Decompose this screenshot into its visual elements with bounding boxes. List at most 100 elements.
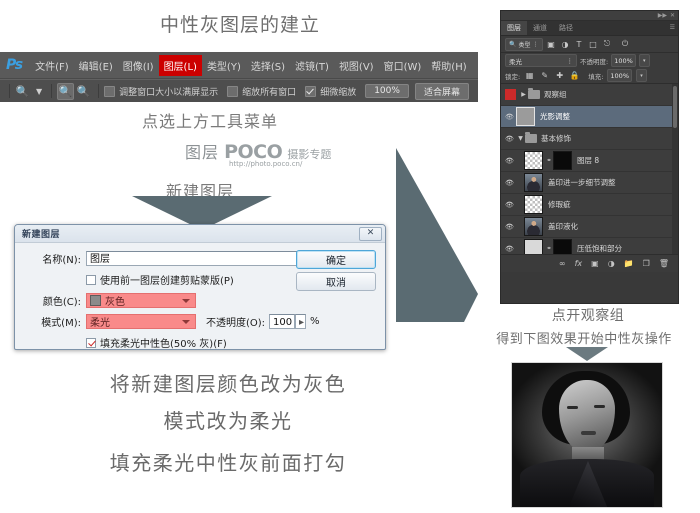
close-icon[interactable]: ✕	[670, 12, 675, 19]
link-icon[interactable]: ⚭	[545, 157, 553, 164]
shape-filter-icon[interactable]: □	[588, 40, 599, 49]
cancel-button[interactable]: 取消	[296, 272, 376, 291]
scrubby-zoom-checkbox[interactable]	[305, 85, 317, 97]
color-swatch-icon	[90, 295, 101, 306]
scrollbar-thumb[interactable]	[673, 86, 677, 128]
table-row[interactable]: 👁 盖印进一步细节调整	[501, 172, 678, 194]
eye-icon[interactable]: 👁	[503, 113, 516, 121]
poco-watermark: 图层 POCO 摄影专题 http://photo.poco.cn/	[185, 139, 331, 168]
chevron-down-icon	[182, 299, 190, 303]
delete-layer-icon[interactable]: 🗑	[659, 259, 669, 268]
table-row[interactable]: 👁 盖印液化	[501, 216, 678, 238]
blend-opacity-row: 柔光 ⋮ 不透明度: 100% ▾	[501, 53, 678, 68]
dialog-body: 名称(N): 图层 使用前一图层创建剪贴蒙版(P) 颜色(C): 灰色 模式(M…	[15, 243, 385, 356]
eye-icon[interactable]: 👁	[503, 135, 516, 143]
filter-kind-select[interactable]: 🔍 类型 ⋮	[505, 37, 543, 51]
clipping-mask-checkbox[interactable]	[86, 274, 96, 285]
layer-mask-icon[interactable]: ▣	[591, 259, 599, 268]
chevron-down-icon: ⋮	[532, 40, 539, 48]
eye-icon[interactable]: 👁	[503, 157, 516, 165]
zoom-all-windows-checkbox[interactable]	[227, 85, 239, 97]
fill-value[interactable]: 100%	[607, 69, 632, 82]
photo-lips	[581, 431, 596, 435]
color-select[interactable]: 灰色	[86, 293, 196, 308]
lock-position-icon[interactable]: ✚	[554, 71, 565, 80]
dialog-title: 新建图层	[22, 230, 61, 240]
zoom-percent-button[interactable]: 100%	[365, 84, 409, 98]
ok-button[interactable]: 确定	[296, 250, 376, 269]
mode-row: 模式(M): 柔光 不透明度(O): 100 ▸ %	[15, 314, 385, 329]
adjustment-layer-icon[interactable]: ◑	[608, 259, 615, 268]
image-filter-icon[interactable]: ▣	[546, 40, 557, 49]
new-group-icon[interactable]: 📁	[624, 259, 634, 268]
menu-item-file[interactable]: 文件(F)	[30, 55, 74, 76]
menu-item-type[interactable]: 类型(Y)	[202, 55, 246, 76]
fill-neutral-row: 填充柔光中性色(50% 灰)(F)	[15, 335, 385, 350]
layer-list[interactable]: ▶ 观察组 👁 光影调整 👁 ▼ 基本修饰 👁 ⚭ 图层 8 👁 盖印进一步细节…	[501, 84, 678, 254]
collapse-icon[interactable]: ▶▶	[658, 12, 667, 19]
fill-neutral-checkbox[interactable]	[86, 337, 96, 348]
menu-item-filter[interactable]: 滤镜(T)	[290, 55, 334, 76]
table-row[interactable]: 👁 修瑕疵	[501, 194, 678, 216]
lock-image-icon[interactable]: ✎	[539, 71, 550, 80]
resize-windows-checkbox[interactable]	[104, 85, 116, 97]
menu-item-view[interactable]: 视图(V)	[334, 55, 379, 76]
layer-name-input[interactable]: 图层	[86, 251, 298, 266]
table-row[interactable]: 👁 ▼ 基本修饰	[501, 128, 678, 150]
tab-channels[interactable]: 通道	[527, 21, 553, 35]
smartobject-filter-icon[interactable]: ⎋	[602, 39, 613, 49]
table-row[interactable]: 👁 ⚭ 图层 8	[501, 150, 678, 172]
menu-item-edit[interactable]: 编辑(E)	[74, 55, 118, 76]
new-layer-icon[interactable]: ❐	[643, 259, 650, 268]
fill-stepper-icon[interactable]: ▾	[636, 69, 647, 82]
menu-item-window[interactable]: 窗口(W)	[379, 55, 427, 76]
clipping-mask-label: 使用前一图层创建剪贴蒙版(P)	[100, 276, 234, 287]
chevron-right-icon[interactable]: ▶	[519, 91, 528, 98]
eye-icon[interactable]: 👁	[503, 201, 516, 209]
watermark-layer-word: 图层	[185, 143, 220, 162]
lock-all-icon[interactable]: 🔒	[569, 71, 580, 80]
color-label: 颜色(C):	[42, 297, 81, 308]
search-icon[interactable]: 🔍	[15, 84, 30, 99]
layers-panel-toolbar: ∞ fx ▣ ◑ 📁 ❐ 🗑	[501, 254, 678, 272]
arrow-down-small-icon	[566, 347, 608, 361]
option-bar-divider	[9, 84, 10, 98]
fit-screen-button[interactable]: 适合屏幕	[414, 82, 469, 100]
eye-icon[interactable]: 👁	[503, 179, 516, 187]
table-row[interactable]: 👁 ⚭ 压低饱和部分	[501, 238, 678, 254]
opacity-stepper[interactable]: ▸	[295, 314, 307, 329]
zoom-in-icon[interactable]: 🔍	[57, 82, 75, 100]
link-layers-icon[interactable]: ∞	[559, 259, 566, 268]
mode-select[interactable]: 柔光	[86, 314, 196, 329]
layer-style-icon[interactable]: fx	[575, 259, 583, 268]
table-row[interactable]: 👁 光影调整	[501, 106, 678, 128]
menu-item-help[interactable]: 帮助(H)	[426, 55, 471, 76]
instruction-click-menu: 点选上方工具菜单	[141, 112, 278, 131]
folder-icon	[525, 132, 537, 143]
layer-list-scrollbar[interactable]	[672, 84, 678, 254]
chevron-down-icon[interactable]: ▼	[516, 135, 525, 142]
opacity-value[interactable]: 100%	[611, 54, 636, 67]
chevron-down-icon[interactable]: ▼	[36, 87, 42, 96]
link-icon[interactable]: ⚭	[545, 245, 553, 252]
tab-paths[interactable]: 路径	[553, 21, 579, 35]
eye-icon[interactable]: 👁	[503, 223, 516, 231]
chevron-down-icon	[182, 320, 190, 324]
menu-item-image[interactable]: 图像(I)	[118, 55, 159, 76]
zoom-out-icon[interactable]: 🔍	[76, 84, 91, 99]
table-row[interactable]: ▶ 观察组	[501, 84, 678, 106]
opacity-input[interactable]: 100	[269, 314, 296, 329]
menu-item-layer[interactable]: 图层(L)	[158, 54, 202, 76]
filter-toggle-icon[interactable]: ⏻	[620, 39, 631, 49]
eye-icon[interactable]: 👁	[503, 245, 516, 253]
opacity-stepper-icon[interactable]: ▾	[638, 54, 650, 67]
color-value: 灰色	[105, 297, 125, 308]
adjustment-filter-icon[interactable]: ◑	[560, 40, 571, 49]
lock-transparent-icon[interactable]: ▦	[524, 71, 535, 80]
type-filter-icon[interactable]: T	[574, 40, 585, 49]
panel-menu-icon[interactable]: ☰	[670, 24, 675, 31]
blend-mode-select[interactable]: 柔光 ⋮	[505, 54, 577, 67]
close-icon[interactable]: ✕	[359, 226, 382, 241]
tab-layers[interactable]: 图层	[501, 21, 527, 35]
menu-item-select[interactable]: 选择(S)	[246, 55, 290, 76]
